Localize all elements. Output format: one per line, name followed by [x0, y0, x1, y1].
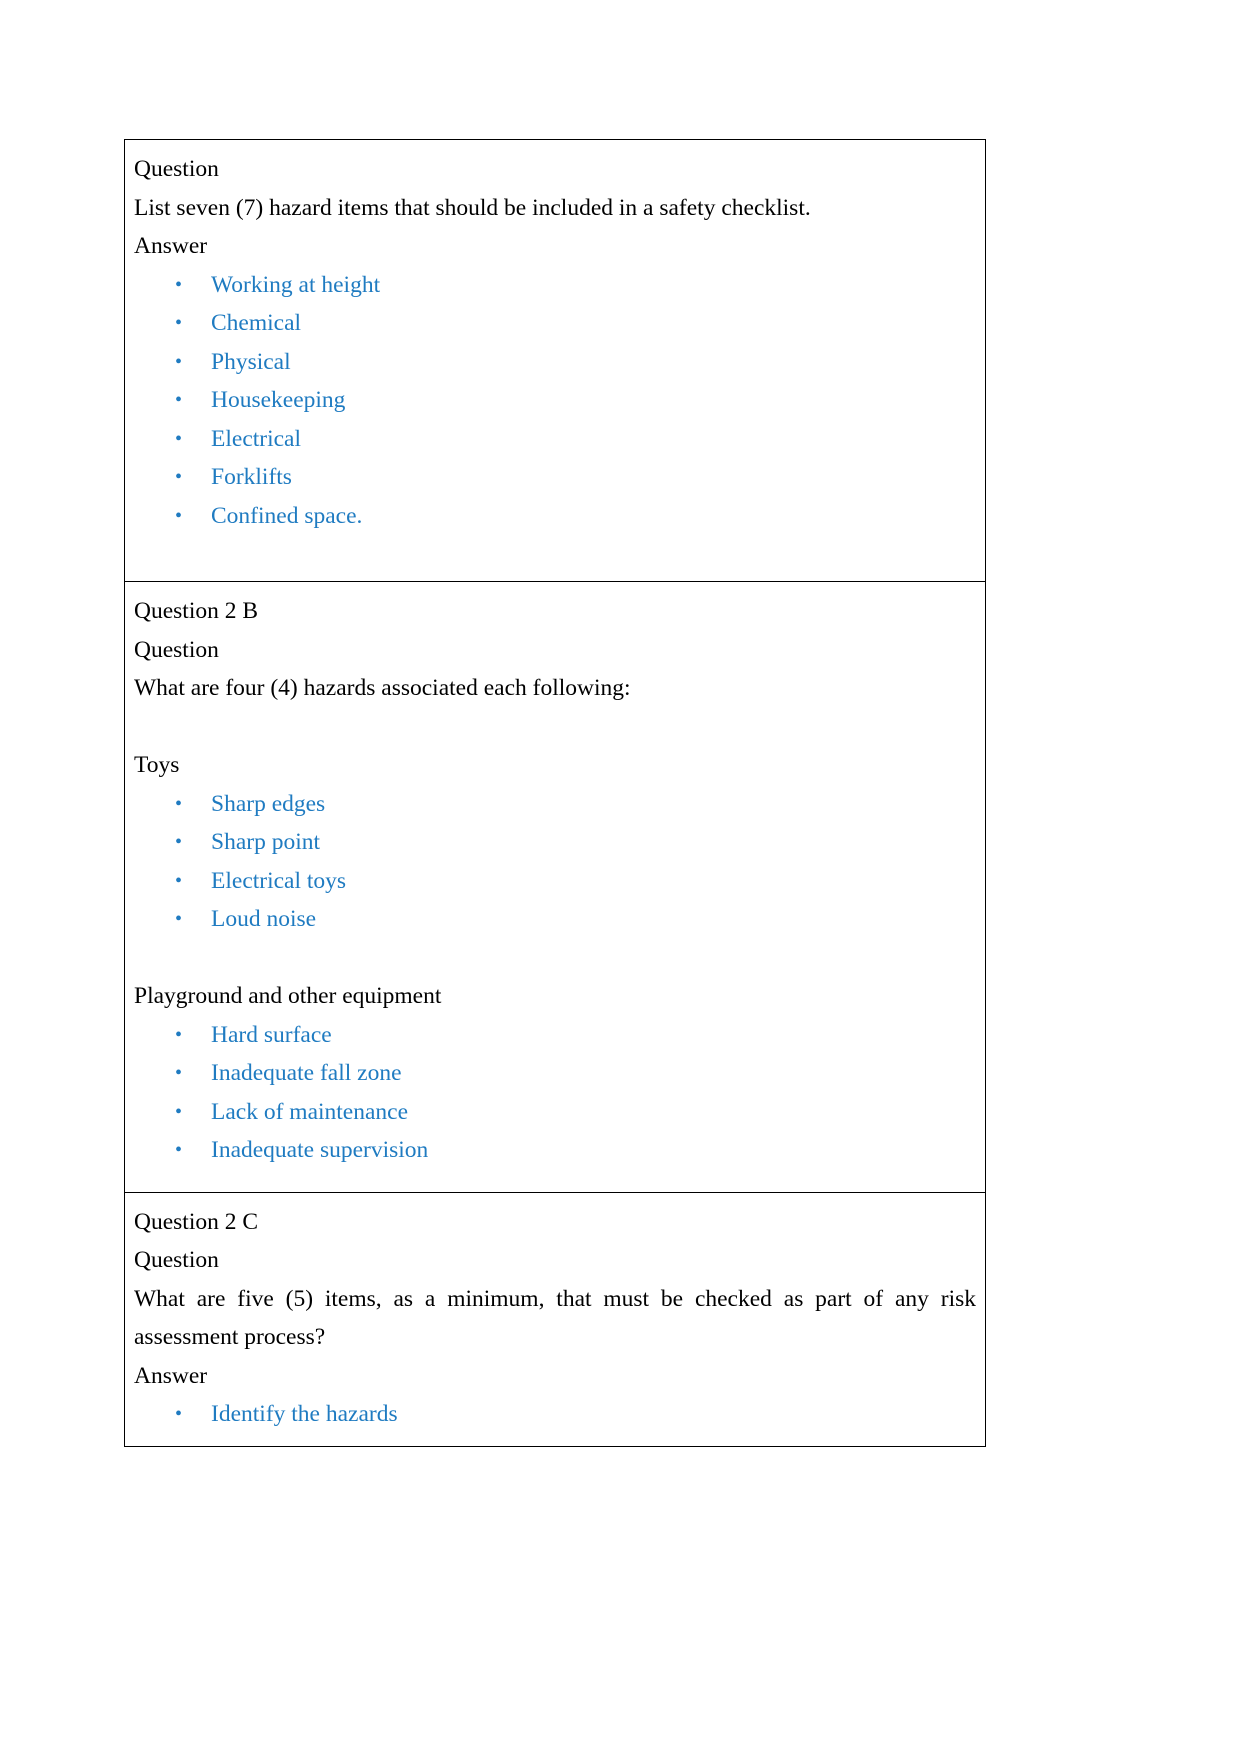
bullet-icon: • [175, 504, 183, 527]
question-2b-heading-label: Question [134, 636, 219, 663]
bullet-icon: • [175, 1139, 183, 1161]
question-2b-title: Question 2 B [134, 598, 259, 624]
cell-trailing-space [134, 535, 976, 569]
list-item-label: Electrical [211, 425, 302, 452]
list-item-label: Inadequate supervision [211, 1137, 429, 1163]
list-item-label: Identify the hazards [211, 1401, 398, 1427]
list-item-label: Electrical toys [211, 867, 347, 894]
document-page: Question List seven (7) hazard items tha… [0, 0, 1241, 1754]
list-item: • Sharp edges [134, 785, 976, 824]
table-row-question-2c: Question 2 C Question What are five (5) … [124, 1191, 986, 1447]
list-item-label: Lack of maintenance [211, 1098, 409, 1125]
question-2c-answer-list: • Identify the hazards [134, 1395, 976, 1434]
list-item-label: Working at height [211, 271, 381, 298]
paragraph-spacer [134, 708, 976, 747]
list-item-label: Housekeeping [211, 387, 346, 413]
bullet-icon: • [175, 350, 183, 373]
list-item-label: Chemical [211, 310, 302, 336]
question-1-question-text: List seven (7) hazard items that should … [134, 194, 811, 221]
question-2b-group-one-label: Toys [134, 752, 180, 778]
cell-trailing-space [134, 1170, 976, 1180]
question-1-answer-label: Answer [134, 233, 208, 259]
bullet-icon: • [175, 1023, 183, 1046]
list-item: • Loud noise [134, 900, 976, 939]
list-item-label: Inadequate fall zone [211, 1060, 402, 1086]
bullet-icon: • [175, 908, 183, 930]
table-cell-question-2b: Question 2 B Question What are four (4) … [124, 581, 986, 1193]
bullet-icon: • [175, 466, 183, 488]
list-item: • Hard surface [134, 1016, 976, 1055]
question-2b-group-two-list: • Hard surface • Inadequate fall zone • … [134, 1016, 976, 1170]
list-item: • Physical [134, 343, 976, 382]
question-2b-group-two-label: Playground and other equipment [134, 983, 442, 1009]
bullet-icon: • [175, 1100, 183, 1123]
bullet-icon: • [175, 831, 183, 853]
bullet-icon: • [175, 427, 183, 450]
question-2c-heading-label: Question [134, 1247, 219, 1273]
bullet-icon: • [175, 1403, 183, 1425]
list-item-label: Hard surface [211, 1021, 332, 1048]
bullet-icon: • [175, 389, 183, 411]
list-item: • Electrical [134, 420, 976, 459]
question-2c-title: Question 2 C [134, 1208, 259, 1235]
list-item: • Inadequate supervision [134, 1131, 976, 1170]
questions-table: Question List seven (7) hazard items tha… [124, 139, 986, 1447]
list-item-label: Forklifts [211, 464, 292, 490]
list-item: • Inadequate fall zone [134, 1054, 976, 1093]
list-item-label: Confined space. [211, 502, 363, 529]
question-1-heading-label: Question [134, 156, 219, 182]
question-2c-answer-label: Answer [134, 1362, 208, 1389]
bullet-icon: • [175, 869, 183, 892]
list-item: • Chemical [134, 304, 976, 343]
list-item: • Sharp point [134, 823, 976, 862]
bullet-icon: • [175, 312, 183, 334]
table-cell-question-1: Question List seven (7) hazard items tha… [124, 139, 986, 582]
list-item: • Lack of maintenance [134, 1093, 976, 1132]
table-cell-question-2c: Question 2 C Question What are five (5) … [124, 1191, 986, 1447]
list-item: • Housekeeping [134, 381, 976, 420]
list-item: • Identify the hazards [134, 1395, 976, 1434]
bullet-icon: • [175, 1062, 183, 1084]
question-2b-group-one-list: • Sharp edges • Sharp point • Electrical… [134, 785, 976, 939]
list-item: • Working at height [134, 266, 976, 305]
list-item-label: Sharp edges [211, 790, 326, 817]
list-item-label: Physical [211, 348, 291, 375]
bullet-icon: • [175, 792, 183, 815]
paragraph-spacer [134, 939, 976, 978]
bullet-icon: • [175, 273, 183, 296]
table-row-question-2b: Question 2 B Question What are four (4) … [124, 581, 986, 1193]
question-1-answer-list: • Working at height • Chemical • Physica… [134, 266, 976, 536]
question-2b-question-text: What are four (4) hazards associated eac… [134, 675, 631, 701]
list-item: • Confined space. [134, 497, 976, 536]
question-2c-question-text: What are five (5) items, as a minimum, t… [134, 1285, 976, 1351]
list-item: • Forklifts [134, 458, 976, 497]
list-item: • Electrical toys [134, 862, 976, 901]
list-item-label: Loud noise [211, 906, 317, 932]
table-row-question-1: Question List seven (7) hazard items tha… [124, 139, 986, 582]
list-item-label: Sharp point [211, 829, 321, 855]
